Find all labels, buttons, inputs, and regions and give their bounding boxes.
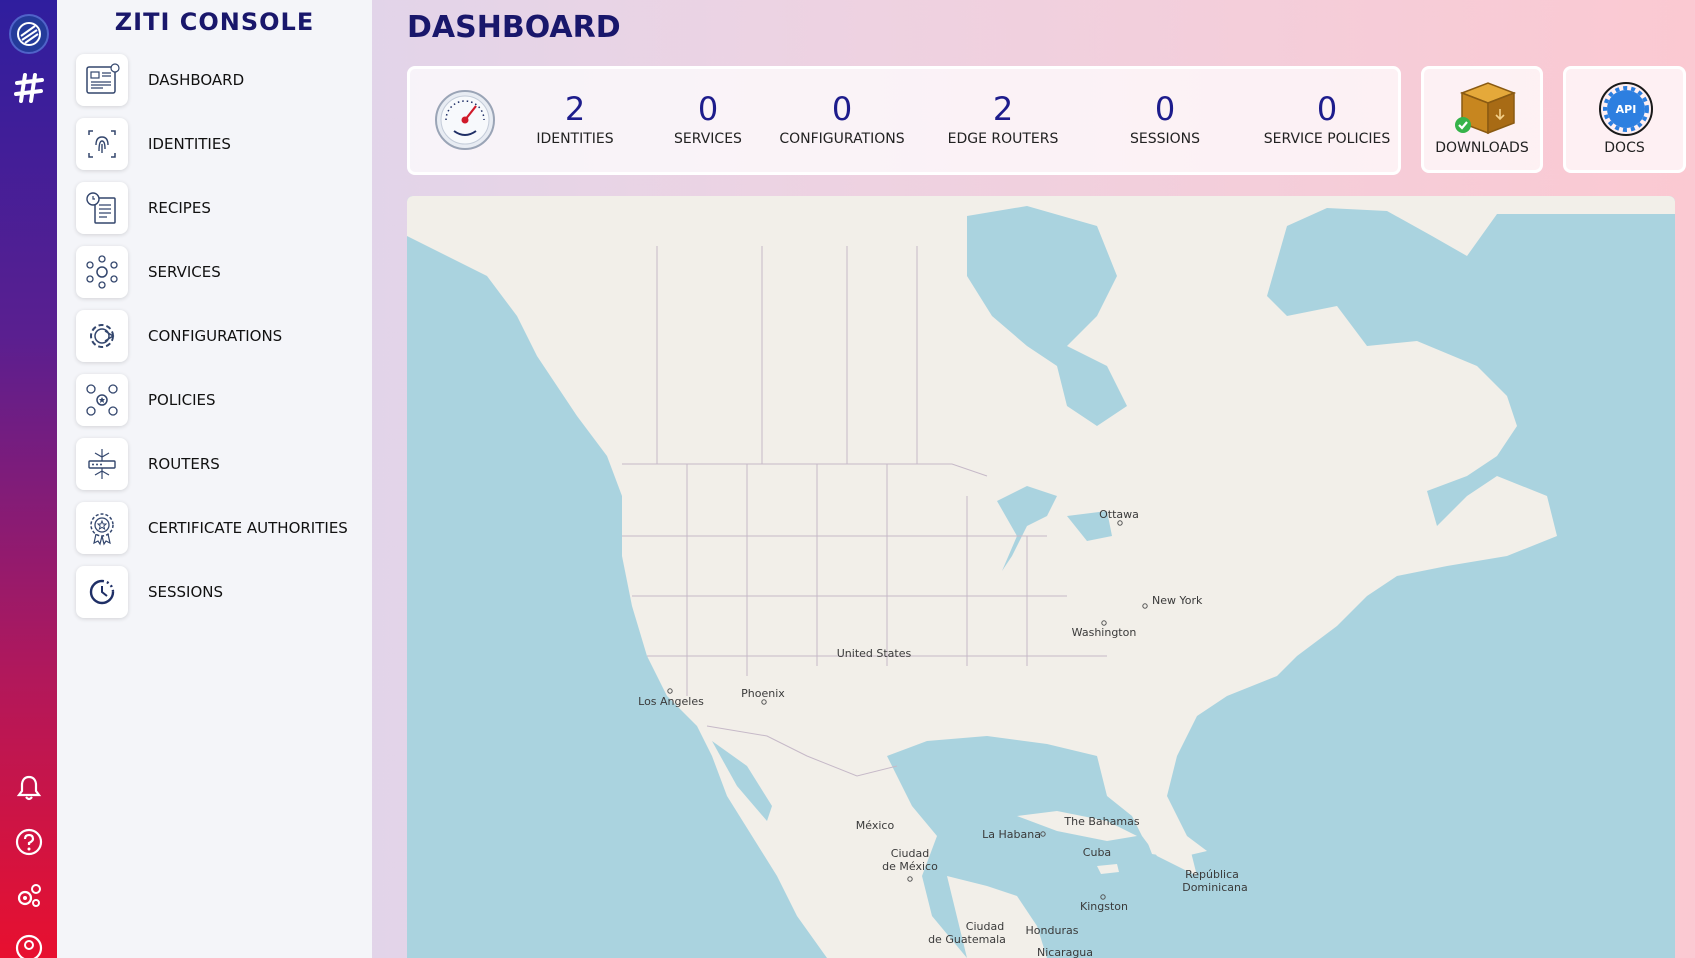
- downloads-tile[interactable]: DOWNLOADS: [1421, 66, 1543, 173]
- sidebar-item-policies[interactable]: POLICIES: [76, 374, 366, 426]
- sidebar-item-label: SERVICES: [148, 263, 221, 281]
- sidebar-item-label: CONFIGURATIONS: [148, 327, 283, 345]
- map-label-washington: Washington: [1072, 626, 1137, 639]
- app-rail: [0, 0, 57, 958]
- sidebar-item-services[interactable]: SERVICES: [76, 246, 366, 298]
- map-label-la-habana: La Habana: [982, 828, 1041, 841]
- map-label-los-angeles: Los Angeles: [638, 695, 704, 708]
- stat-value: 0: [831, 90, 853, 128]
- stat-value: 0: [1154, 90, 1176, 128]
- fingerprint-icon: [76, 118, 128, 170]
- map-label-united-states: United States: [837, 647, 912, 660]
- stat-value: 2: [992, 90, 1014, 128]
- services-icon: [76, 246, 128, 298]
- map-label-guatemala: Ciudad: [966, 920, 1004, 933]
- stat-edge-routers[interactable]: 2 EDGE ROUTERS: [923, 91, 1083, 147]
- map-label-kingston: Kingston: [1080, 900, 1128, 913]
- map-label-ottawa: Ottawa: [1099, 508, 1139, 521]
- map-label-dominicana: Dominicana: [1182, 881, 1248, 894]
- stat-label: SERVICE POLICIES: [1263, 131, 1391, 147]
- sidebar-item-sessions[interactable]: SESSIONS: [76, 566, 366, 618]
- stat-service-policies[interactable]: 0 SERVICE POLICIES: [1247, 91, 1407, 147]
- sidebar-item-routers[interactable]: ROUTERS: [76, 438, 366, 490]
- gauge-icon: [434, 89, 496, 155]
- stat-value: 0: [1316, 90, 1338, 128]
- world-map[interactable]: Ottawa New York Washington United States…: [407, 196, 1675, 958]
- settings-gears-icon[interactable]: [0, 878, 57, 914]
- sidebar-item-configurations[interactable]: CONFIGURATIONS: [76, 310, 366, 362]
- configurations-icon: [76, 310, 128, 362]
- sidebar-item-dashboard[interactable]: DASHBOARD: [76, 54, 366, 106]
- stats-card: 2 IDENTITIES 0 SERVICES 0 CONFIGURATIONS…: [407, 66, 1401, 175]
- map-label-mexico: México: [856, 819, 895, 832]
- user-profile-icon[interactable]: [0, 930, 57, 958]
- map-label-new-york: New York: [1152, 594, 1203, 607]
- sidebar-item-label: IDENTITIES: [148, 135, 231, 153]
- sessions-icon: [76, 566, 128, 618]
- sidebar-item-identities[interactable]: IDENTITIES: [76, 118, 366, 170]
- dashboard-icon: [76, 54, 128, 106]
- downloads-label: DOWNLOADS: [1435, 140, 1529, 156]
- stat-configurations[interactable]: 0 CONFIGURATIONS: [762, 91, 922, 147]
- api-badge-text: API: [1616, 103, 1637, 116]
- map-label-nicaragua: Nicaragua: [1037, 946, 1093, 958]
- routers-icon: [76, 438, 128, 490]
- map-label-ciudad-de-mexico: Ciudad: [891, 847, 929, 860]
- sidebar-item-label: SESSIONS: [148, 583, 224, 601]
- sidebar-item-label: RECIPES: [148, 199, 211, 217]
- stat-label: SESSIONS: [1129, 131, 1200, 147]
- sidebar-item-label: POLICIES: [148, 391, 216, 409]
- api-docs-icon: API: [1596, 81, 1656, 141]
- recipe-icon: [76, 182, 128, 234]
- stat-label: EDGE ROUTERS: [947, 131, 1059, 147]
- sidebar-item-recipes[interactable]: RECIPES: [76, 182, 366, 234]
- map-label-the-bahamas: The Bahamas: [1063, 815, 1139, 828]
- ziti-logo-icon: [8, 14, 49, 54]
- hash-icon[interactable]: [0, 68, 57, 108]
- policies-icon: [76, 374, 128, 426]
- stat-label: CONFIGURATIONS: [779, 131, 905, 147]
- package-box-icon: [1450, 79, 1518, 139]
- sidebar-item-label: DASHBOARD: [148, 71, 245, 89]
- map-label-phoenix: Phoenix: [741, 687, 785, 700]
- map-label-cuba: Cuba: [1083, 846, 1111, 859]
- app-title: ZITI CONSOLE: [114, 8, 315, 36]
- sidebar-item-label: ROUTERS: [148, 455, 220, 473]
- map-label-honduras: Honduras: [1026, 924, 1079, 937]
- certificate-icon: [76, 502, 128, 554]
- docs-tile[interactable]: API DOCS: [1563, 66, 1686, 173]
- map-label-de-guatemala: de Guatemala: [928, 933, 1006, 946]
- sidebar-item-certificate-authorities[interactable]: CERTIFICATE AUTHORITIES: [76, 502, 366, 554]
- stat-sessions[interactable]: 0 SESSIONS: [1085, 91, 1245, 147]
- page-title: DASHBOARD: [407, 10, 621, 45]
- sidebar: ZITI CONSOLE DASHBOARD IDENTITIES RECIPE…: [57, 0, 372, 958]
- docs-label: DOCS: [1604, 140, 1645, 156]
- bell-icon[interactable]: [0, 770, 57, 806]
- sidebar-item-label: CERTIFICATE AUTHORITIES: [148, 519, 348, 537]
- map-label-ciudad-de-mexico-2: de México: [882, 860, 938, 873]
- logo-button[interactable]: [0, 14, 57, 54]
- help-icon[interactable]: [0, 824, 57, 860]
- map-label-republica: República: [1185, 868, 1239, 881]
